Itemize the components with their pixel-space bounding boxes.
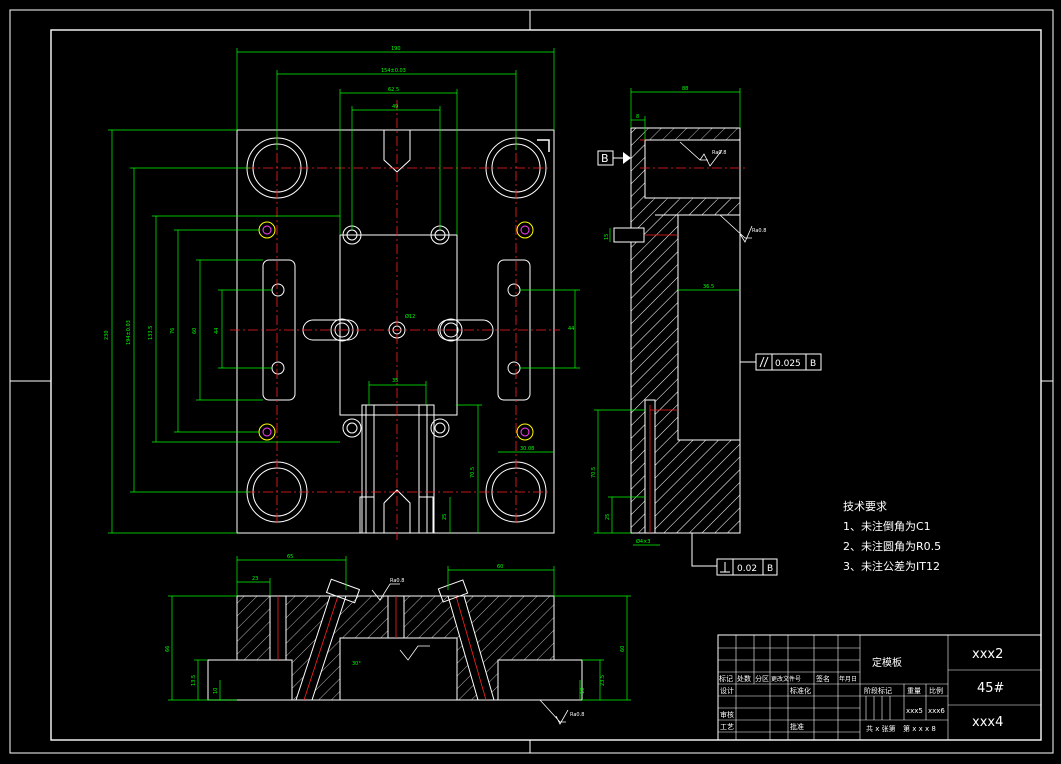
roughness-3: Ra0.8 bbox=[390, 578, 404, 584]
dim-side-height: 70.5 bbox=[591, 467, 597, 478]
dim-top-hole-span: 154±0.03 bbox=[381, 68, 406, 74]
tb-header-3: 更改文件号 bbox=[771, 675, 801, 683]
dim-right: 44 bbox=[568, 326, 574, 332]
dim-side-small2: 25 bbox=[605, 514, 611, 520]
parallel-tol: 0.025 bbox=[775, 359, 801, 369]
dim-bottom-small-r2: 10 bbox=[580, 688, 586, 694]
tb-stage-label: 阶段标记 bbox=[864, 686, 892, 695]
dim-left-hole-span: 194±0.03 bbox=[126, 320, 132, 345]
tb-scale-label: 比例 bbox=[929, 686, 943, 695]
dim-slot-r: 30.08 bbox=[520, 446, 534, 452]
tb-drawing-no: xxx2 bbox=[972, 647, 1003, 662]
bottom-section-view: 65 23 60 66 60 13.5 10 23.5 10 30° Ra0.8… bbox=[165, 554, 631, 725]
dim-bottom-small-l: 13.5 bbox=[191, 675, 197, 686]
dim-left-6: 44 bbox=[214, 328, 220, 334]
dim-bottom-height: 66 bbox=[165, 646, 171, 652]
roughness-1: Ra0.8 bbox=[712, 150, 726, 156]
dim-side-bottom: Ø4×3 bbox=[636, 538, 651, 545]
tb-header-0: 标记 bbox=[719, 674, 733, 683]
dim-left-3: 133.5 bbox=[148, 326, 154, 340]
dim-top-inner: 62.5 bbox=[388, 87, 399, 93]
perpendicularity-tolerance: 0.02 B bbox=[691, 533, 778, 576]
tb-role-process: 工艺 bbox=[720, 723, 734, 731]
dim-bottom-left-width: 65 bbox=[287, 554, 293, 560]
dim-side-small-left: 15 bbox=[604, 234, 610, 240]
dim-side-small: 8 bbox=[636, 114, 639, 120]
side-section-view: 88 8 36.5 70.5 25 Ø4×3 15 B Ra0.8 Ra0.8 bbox=[591, 86, 822, 576]
perp-datum: B bbox=[767, 564, 773, 574]
dim-side-depth: 36.5 bbox=[703, 284, 714, 290]
tb-scale: xxx6 bbox=[928, 707, 945, 715]
tb-company: xxx4 bbox=[972, 715, 1003, 730]
tb-sheets: 共 x 张第 bbox=[866, 724, 896, 733]
tech-req-heading: 技术要求 bbox=[843, 500, 887, 513]
roughness-4: Ra0.8 bbox=[570, 712, 584, 718]
technical-requirements: 技术要求 1、未注倒角为C1 2、未注圆角为R0.5 3、未注公差为IT12 bbox=[843, 500, 941, 573]
dim-top-slot: 49 bbox=[392, 104, 398, 110]
dim-top-total: 190 bbox=[391, 46, 401, 52]
dim-bottom-right-width: 60 bbox=[497, 564, 503, 570]
dim-side-width: 88 bbox=[682, 86, 688, 92]
parallel-datum: B bbox=[810, 359, 816, 369]
dim-bottom-small-l2: 10 bbox=[213, 688, 219, 694]
dim-height-705: 70.5 bbox=[470, 467, 476, 478]
tb-weight: xxx5 bbox=[906, 707, 923, 715]
dim-center-hole: Ø12 bbox=[405, 313, 415, 320]
tb-header-4: 签名 bbox=[816, 674, 830, 683]
title-block: 标记 处数 分区 更改文件号 签名 年月日 设计 标准化 审核 工艺 批准 阶段… bbox=[717, 634, 1042, 741]
dim-bottom-right-height: 60 bbox=[620, 646, 626, 652]
tb-role-check: 审核 bbox=[720, 710, 734, 719]
dim-height-25: 25 bbox=[442, 514, 448, 520]
datum-letter: B bbox=[601, 152, 609, 165]
tb-weight-label: 重量 bbox=[907, 687, 921, 695]
dim-angle: 30° bbox=[352, 661, 361, 667]
tb-header-2: 分区 bbox=[755, 674, 769, 683]
tech-req-item-1: 1、未注倒角为C1 bbox=[843, 519, 931, 533]
parallelism-tolerance: 0.025 B bbox=[740, 353, 822, 371]
tb-sheet-of: 第 x x x 8 bbox=[903, 724, 936, 733]
tb-material: 45# bbox=[977, 681, 1004, 696]
dim-bottom-small-r: 23.5 bbox=[600, 675, 606, 686]
cad-drawing: 190 154±0.03 62.5 49 35 30.08 Ø12 44 230… bbox=[9, 9, 1054, 754]
tb-part-name: 定模板 bbox=[872, 656, 902, 669]
perp-tol: 0.02 bbox=[737, 564, 757, 574]
dim-left-4: 76 bbox=[170, 328, 176, 334]
tb-role-standard: 标准化 bbox=[790, 686, 811, 695]
tb-role-approve: 批准 bbox=[790, 722, 804, 731]
dim-bottom-left-small: 23 bbox=[252, 576, 258, 582]
roughness-2: Ra0.8 bbox=[752, 228, 766, 234]
dim-inner-width: 35 bbox=[392, 378, 398, 384]
tb-header-5: 年月日 bbox=[839, 675, 857, 683]
dim-left-total: 230 bbox=[104, 330, 110, 340]
front-view: 190 154±0.03 62.5 49 35 30.08 Ø12 44 230… bbox=[104, 46, 580, 540]
tech-req-item-2: 2、未注圆角为R0.5 bbox=[843, 539, 941, 553]
dim-left-5: 60 bbox=[192, 328, 198, 334]
tb-header-1: 处数 bbox=[737, 674, 751, 683]
tech-req-item-3: 3、未注公差为IT12 bbox=[843, 559, 940, 573]
datum-b-marker: B bbox=[597, 150, 631, 166]
tb-role-design: 设计 bbox=[720, 686, 734, 695]
